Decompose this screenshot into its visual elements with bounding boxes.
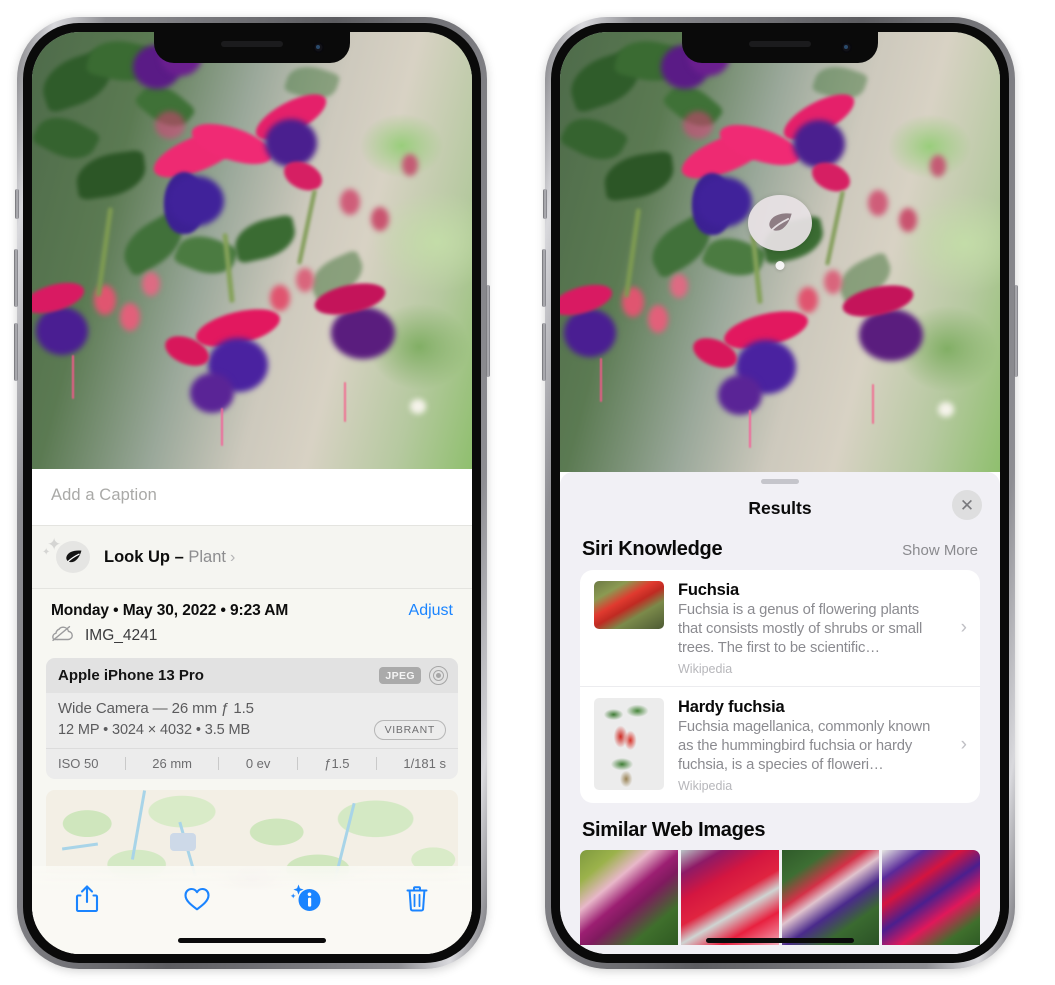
home-indicator[interactable] [706,937,854,943]
list-item[interactable]: Hardy fuchsia Fuchsia magellanica, commo… [580,685,980,803]
result-description: Fuchsia magellanica, commonly known as t… [678,718,931,773]
volume-down-button[interactable] [14,323,18,381]
datetime-row: Monday • May 30, 2022 • 9:23 AM Adjust [32,589,472,622]
close-icon[interactable]: ✕ [952,490,982,520]
exif-divider [296,757,298,770]
iphone-device-right: Results ✕ Siri Knowledge Show More Fuchs… [542,17,1018,969]
result-description: Fuchsia is a genus of flowering plants t… [678,602,923,656]
metadata-body: Wide Camera — 26 mm ƒ 1.5 12 MP • 3024 ×… [46,693,458,748]
screen-left: Add a Caption ✦ ✦ Look Up – Plant › Mond… [32,32,472,954]
resolution-info: 12 MP • 3024 × 4032 • 3.5 MB [58,722,251,738]
exif-aperture: ƒ1.5 [324,756,350,771]
exif-divider [218,757,220,770]
exif-divider [375,757,377,770]
siri-knowledge-card: Fuchsia Fuchsia is a genus of flowering … [580,570,980,803]
camera-metadata-card[interactable]: Apple iPhone 13 Pro JPEG Wide Camera — 2… [46,658,458,779]
visual-look-up-anchor-dot [775,261,785,270]
exif-iso: ISO 50 [58,756,99,771]
power-button[interactable] [486,285,490,377]
screenshot-stage: Add a Caption ✦ ✦ Look Up – Plant › Mond… [0,0,1055,985]
size-row: 12 MP • 3024 × 4032 • 3.5 MB VIBRANT [58,720,446,740]
look-up-row[interactable]: ✦ ✦ Look Up – Plant › [32,526,472,589]
results-sheet: Results ✕ Siri Knowledge Show More Fuchs… [560,472,1000,954]
chevron-right-icon: › [960,733,967,755]
camera-device-name: Apple iPhone 13 Pro [58,667,204,684]
photo-viewer-right[interactable] [560,32,1000,472]
exif-focal-length: 26 mm [152,756,193,771]
icloud-slash-icon [51,625,75,647]
filename-row: IMG_4241 [32,622,472,658]
photo-datetime: Monday • May 30, 2022 • 9:23 AM [51,602,289,619]
exif-exposure-comp: 0 ev [245,756,271,771]
similar-web-image-4[interactable] [882,849,980,945]
volume-up-button[interactable] [542,249,546,307]
share-icon[interactable] [59,878,115,920]
result-source: Wikipedia [678,661,733,676]
result-thumbnail [594,697,664,790]
silence-switch[interactable] [542,189,547,219]
info-sparkle-icon[interactable] [279,878,335,920]
result-body: Fuchsia Fuchsia is a genus of flowering … [678,581,966,676]
look-up-icon-group: ✦ ✦ [42,535,90,575]
front-camera-icon [313,42,324,53]
notch [682,32,878,63]
section-title-similar-web-images: Similar Web Images [582,818,766,841]
metadata-badges: JPEG [379,666,448,685]
earpiece-speaker [221,41,283,47]
chevron-right-icon: › [229,548,236,566]
heart-icon[interactable] [169,878,225,920]
result-source: Wikipedia [678,778,733,793]
lens-info: Wide Camera — 26 mm ƒ 1.5 [58,700,254,717]
caption-row[interactable]: Add a Caption [32,469,472,526]
adjust-button[interactable]: Adjust [409,602,453,620]
look-up-label: Look Up – Plant › [104,548,235,567]
photo-viewer-left[interactable] [32,32,472,469]
photographic-style-badge: VIBRANT [373,720,446,740]
format-badge: JPEG [379,667,421,684]
result-thumbnail [594,581,664,629]
device-bezel-right: Results ✕ Siri Knowledge Show More Fuchs… [551,23,1009,963]
look-up-subject: Plant [188,547,226,566]
sparkle-small-icon: ✦ [42,547,51,558]
silence-switch[interactable] [14,189,19,219]
leaf-icon [56,541,90,573]
result-title: Fuchsia [678,581,739,599]
photo-info-sheet: Add a Caption ✦ ✦ Look Up – Plant › Mond… [32,469,472,954]
device-bezel-left: Add a Caption ✦ ✦ Look Up – Plant › Mond… [23,23,481,963]
exif-divider [124,757,126,770]
caption-input[interactable]: Add a Caption [51,486,453,505]
hdr-aperture-icon [429,666,448,685]
list-item[interactable]: Fuchsia Fuchsia is a genus of flowering … [580,570,980,686]
metadata-header: Apple iPhone 13 Pro JPEG [46,658,458,693]
section-title-siri-knowledge: Siri Knowledge [582,538,723,560]
results-header: Results ✕ [560,484,1000,532]
similar-web-images-header: Similar Web Images [560,803,1000,850]
leaf-icon[interactable] [748,195,812,251]
results-title: Results [748,497,812,518]
show-more-button[interactable]: Show More [902,542,978,559]
similar-web-image-3[interactable] [781,849,880,945]
similar-web-image-2[interactable] [680,849,779,945]
siri-knowledge-header: Siri Knowledge Show More [560,532,1000,570]
exif-shutter-speed: 1/181 s [403,756,446,771]
notch [154,32,350,63]
iphone-device-left: Add a Caption ✦ ✦ Look Up – Plant › Mond… [14,17,490,969]
volume-down-button[interactable] [542,323,546,381]
chevron-right-icon: › [960,616,967,638]
visual-look-up-badge[interactable] [748,195,812,270]
exif-row: ISO 50 26 mm 0 ev ƒ1.5 1/181 s [46,748,458,779]
similar-web-images-strip[interactable] [560,849,1000,945]
look-up-title: Look Up – [104,547,184,566]
result-title: Hardy fuchsia [678,697,785,716]
volume-up-button[interactable] [14,249,18,307]
earpiece-speaker [749,41,811,47]
home-indicator[interactable] [178,937,326,943]
screen-right: Results ✕ Siri Knowledge Show More Fuchs… [560,32,1000,954]
photo-filename: IMG_4241 [85,627,158,644]
power-button[interactable] [1014,285,1018,377]
similar-web-image-1[interactable] [580,849,678,945]
trash-icon[interactable] [389,878,445,920]
result-body: Hardy fuchsia Fuchsia magellanica, commo… [678,698,966,793]
front-camera-icon [841,42,852,53]
